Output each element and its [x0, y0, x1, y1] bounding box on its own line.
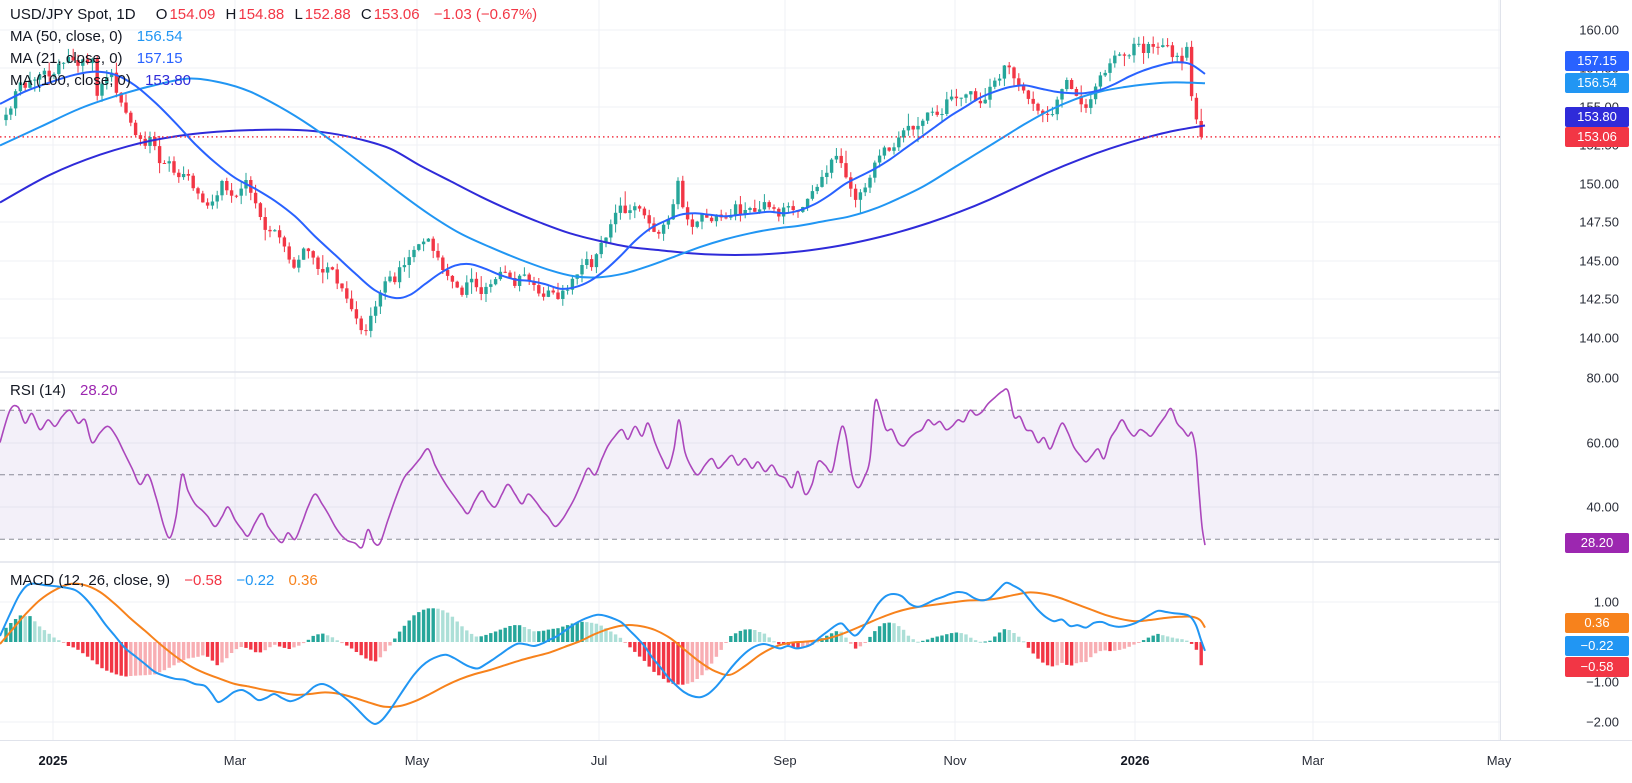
price-axis[interactable]: 160.00157.50155.00152.50150.00147.50145.… — [1500, 0, 1632, 740]
ma21-line — [0, 62, 1205, 298]
price-badge: 153.80 — [1565, 107, 1629, 127]
trading-chart-window: USD/JPY Spot, 1D O154.09 H154.88 L152.88… — [0, 0, 1632, 783]
rsi-axis-label: 80.00 — [1586, 371, 1619, 386]
price-axis-label: 160.00 — [1579, 23, 1619, 38]
ohlc-open-label: O — [156, 6, 168, 23]
ma21-value: 157.15 — [137, 50, 183, 67]
ohlc-close-label: C — [361, 6, 372, 23]
ohlc-low-value: 152.88 — [305, 6, 351, 23]
ma100-label: MA (100, close, 0) — [10, 72, 131, 89]
price-axis-label: 150.00 — [1579, 177, 1619, 192]
time-axis-month-label: Mar — [1302, 753, 1324, 768]
ohlc-high-value: 154.88 — [238, 6, 284, 23]
rsi-axis-label: 60.00 — [1586, 436, 1619, 451]
macd-histogram — [4, 608, 1203, 684]
macd-axis-label: 1.00 — [1594, 595, 1619, 610]
macd-axis-label: −2.00 — [1586, 715, 1619, 730]
time-axis-month-label: Jul — [591, 753, 608, 768]
macd-line-value: −0.22 — [236, 572, 274, 589]
time-axis-month-label: May — [405, 753, 430, 768]
chart-canvas[interactable] — [0, 0, 1632, 783]
rsi-pane-legend[interactable]: RSI (14) 28.20 — [10, 382, 118, 399]
price-pane-legend: USD/JPY Spot, 1D O154.09 H154.88 L152.88… — [10, 4, 537, 92]
price-badge: 157.15 — [1565, 51, 1629, 71]
time-axis[interactable]: 2025 Mar May Jul Sep Nov 2026 Mar May — [0, 740, 1632, 783]
ma100-value: 153.80 — [145, 72, 191, 89]
macd-label: MACD (12, 26, close, 9) — [10, 572, 170, 589]
ma50-label: MA (50, close, 0) — [10, 28, 123, 45]
rsi-badge: 28.20 — [1565, 533, 1629, 553]
macd-badge: −0.22 — [1565, 636, 1629, 656]
ohlc-low-label: L — [294, 6, 302, 23]
ma50-legend-row[interactable]: MA (50, close, 0) 156.54 — [10, 26, 537, 48]
time-axis-month-label: Sep — [773, 753, 796, 768]
price-badge: 156.54 — [1565, 73, 1629, 93]
rsi-value: 28.20 — [80, 382, 118, 399]
macd-badge: 0.36 — [1565, 613, 1629, 633]
macd-badge: −0.58 — [1565, 657, 1629, 677]
ohlc-open-value: 154.09 — [169, 6, 215, 23]
ohlc-close-value: 153.06 — [374, 6, 420, 23]
time-axis-month-label: Nov — [943, 753, 966, 768]
rsi-axis-label: 40.00 — [1586, 500, 1619, 515]
time-axis-month-label: May — [1487, 753, 1512, 768]
ma21-legend-row[interactable]: MA (21, close, 0) 157.15 — [10, 48, 537, 70]
price-axis-label: 145.00 — [1579, 254, 1619, 269]
symbol-title: USD/JPY Spot, 1D — [10, 6, 136, 23]
ma21-label: MA (21, close, 0) — [10, 50, 123, 67]
change-value: −1.03 (−0.67%) — [434, 6, 537, 23]
price-axis-label: 140.00 — [1579, 331, 1619, 346]
price-axis-label: 147.50 — [1579, 215, 1619, 230]
rsi-label: RSI (14) — [10, 382, 66, 399]
ma100-legend-row[interactable]: MA (100, close, 0) 153.80 — [10, 70, 537, 92]
time-axis-year-label: 2025 — [39, 753, 68, 768]
price-badge: 153.06 — [1565, 127, 1629, 147]
ma50-value: 156.54 — [137, 28, 183, 45]
macd-main-line — [0, 583, 1205, 724]
macd-signal-value: 0.36 — [289, 572, 318, 589]
price-axis-label: 142.50 — [1579, 292, 1619, 307]
time-axis-year-label: 2026 — [1121, 753, 1150, 768]
macd-hist-value: −0.58 — [184, 572, 222, 589]
time-axis-month-label: Mar — [224, 753, 246, 768]
macd-pane-legend[interactable]: MACD (12, 26, close, 9) −0.58 −0.22 0.36 — [10, 572, 318, 589]
ohlc-high-label: H — [226, 6, 237, 23]
symbol-ohlc-row[interactable]: USD/JPY Spot, 1D O154.09 H154.88 L152.88… — [10, 4, 537, 26]
gridlines — [0, 0, 1500, 740]
